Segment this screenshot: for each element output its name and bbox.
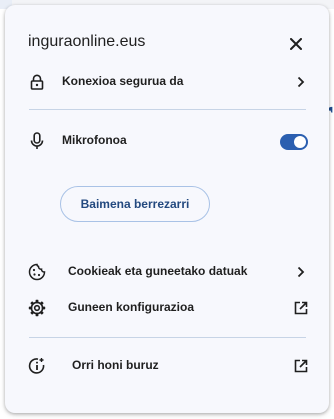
microphone-label: Mikrofonoa: [62, 133, 127, 147]
cookies-site-data-row[interactable]: Cookieak eta guneetako datuak: [5, 256, 329, 288]
open-in-new-icon: [291, 298, 311, 318]
open-in-new-icon: [291, 356, 311, 376]
microphone-toggle[interactable]: [280, 134, 308, 150]
cookie-icon: [27, 262, 47, 282]
gear-icon: [27, 298, 47, 318]
about-page-row[interactable]: Orri honi buruz: [5, 350, 329, 382]
site-settings-row[interactable]: Guneen konfigurazioa: [5, 292, 329, 324]
divider: [29, 109, 306, 110]
lock-icon: [27, 72, 47, 92]
close-button[interactable]: [285, 33, 307, 55]
reset-permission-button[interactable]: Baimena berrezarri: [60, 186, 210, 222]
chevron-right-icon: [291, 262, 311, 282]
site-info-popup: inguraonline.eus Konexioa segurua da Mik…: [5, 5, 329, 413]
site-settings-label: Guneen konfigurazioa: [68, 300, 195, 314]
popup-title: inguraonline.eus: [28, 33, 146, 50]
about-page-label: Orri honi buruz: [72, 358, 159, 372]
chevron-right-icon: [291, 72, 311, 92]
page-info-icon: [27, 356, 47, 376]
cookies-site-data-label: Cookieak eta guneetako datuak: [68, 264, 248, 278]
toggle-knob: [294, 136, 306, 148]
connection-secure-label: Konexioa segurua da: [62, 74, 184, 88]
divider: [29, 337, 306, 338]
connection-secure-row[interactable]: Konexioa segurua da: [5, 66, 329, 98]
microphone-icon: [27, 131, 47, 151]
close-icon: [290, 38, 302, 50]
